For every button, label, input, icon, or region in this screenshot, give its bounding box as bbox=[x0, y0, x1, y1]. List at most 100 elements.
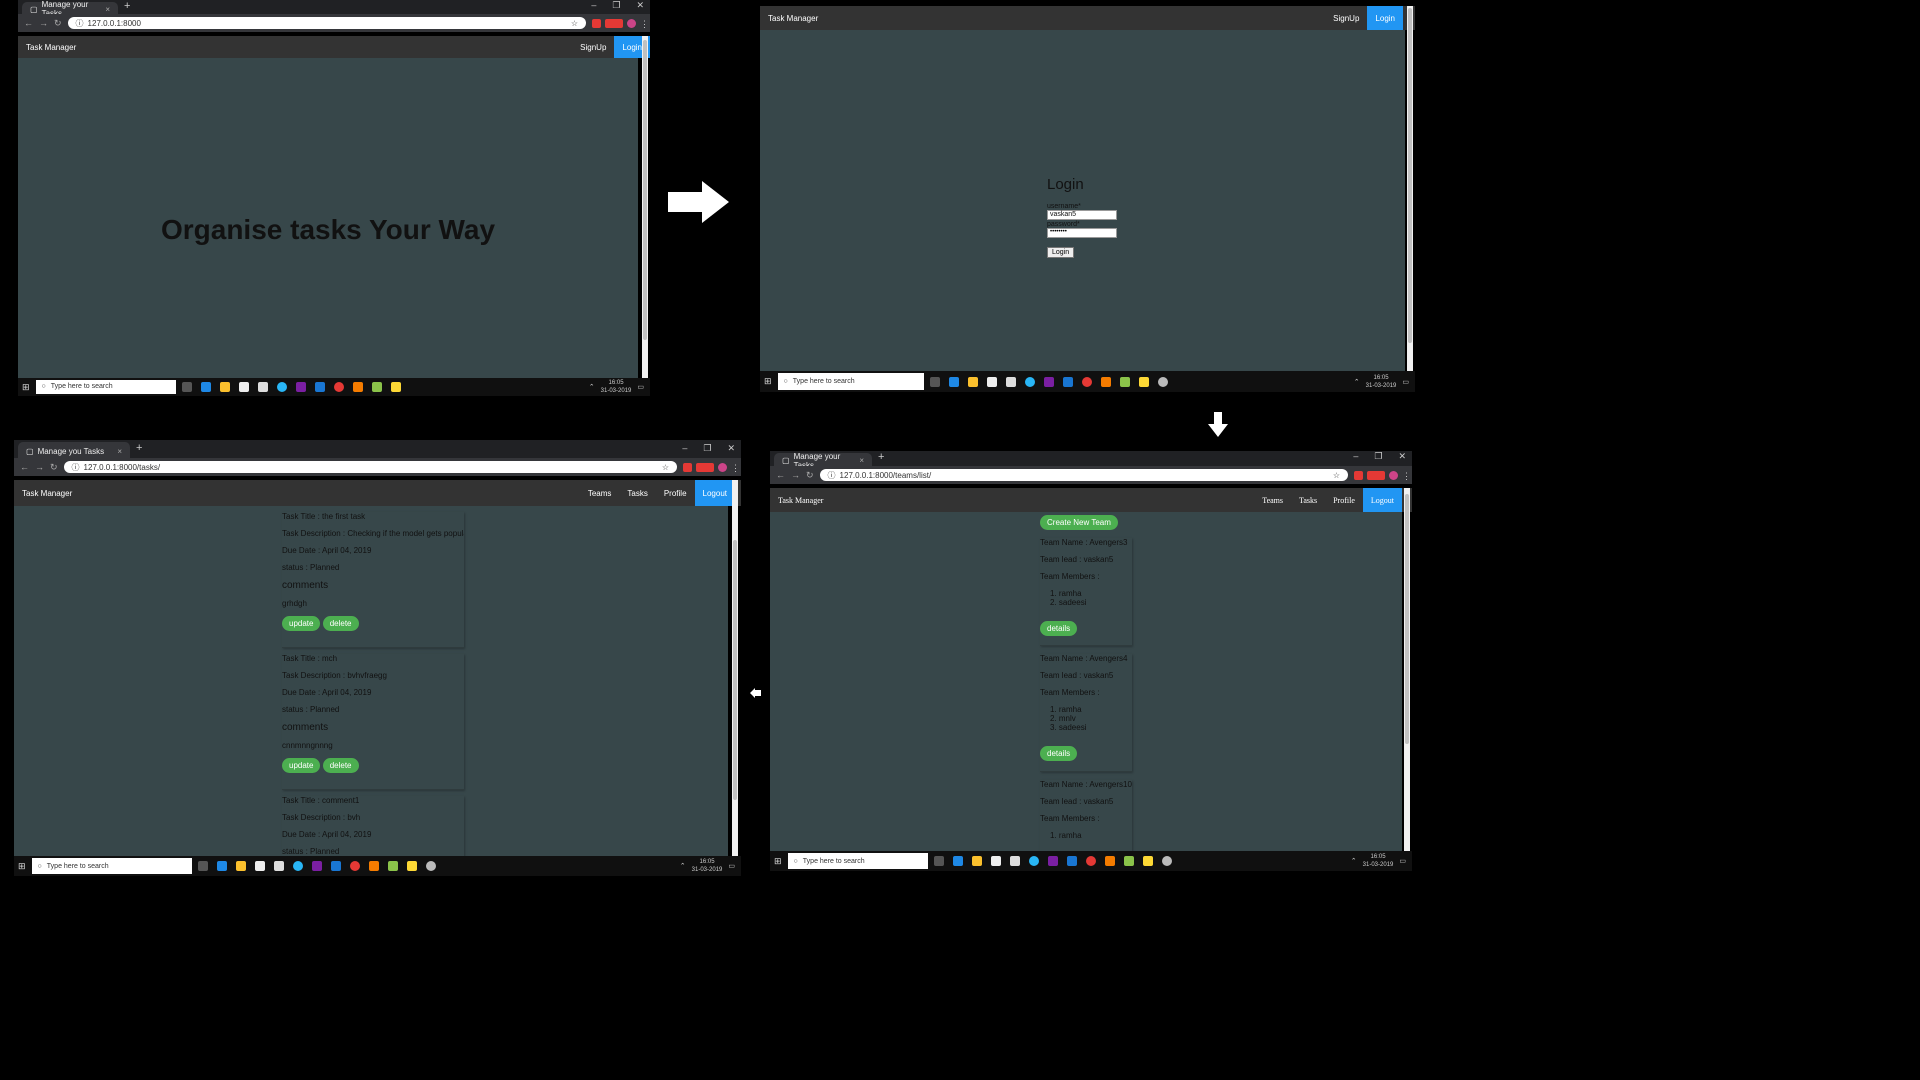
android-studio-icon[interactable] bbox=[1119, 376, 1130, 387]
nav-logout[interactable]: Logout bbox=[1362, 488, 1402, 512]
file-explorer-icon[interactable] bbox=[235, 861, 246, 871]
maximize-icon[interactable]: ❐ bbox=[612, 0, 620, 11]
nav-profile[interactable]: Profile bbox=[656, 480, 695, 506]
back-icon[interactable]: ← bbox=[24, 18, 33, 28]
telegram-icon[interactable] bbox=[292, 861, 303, 871]
minimize-icon[interactable]: – bbox=[1353, 451, 1358, 462]
back-icon[interactable]: ← bbox=[20, 462, 29, 472]
close-tab-icon[interactable]: × bbox=[105, 5, 110, 14]
mail-icon[interactable] bbox=[273, 861, 284, 871]
store-icon[interactable] bbox=[986, 376, 997, 387]
brand[interactable]: Task Manager bbox=[768, 14, 1325, 23]
extension-icon[interactable] bbox=[1367, 470, 1385, 480]
task-view-icon[interactable] bbox=[197, 861, 208, 871]
sourcetree-icon[interactable] bbox=[1104, 856, 1115, 866]
menu-icon[interactable]: ⋮ bbox=[1402, 471, 1411, 481]
telegram-icon[interactable] bbox=[1028, 856, 1039, 866]
reload-icon[interactable]: ↻ bbox=[806, 470, 814, 481]
mail-icon[interactable] bbox=[1009, 856, 1020, 866]
details-button[interactable]: details bbox=[1040, 746, 1078, 761]
clock[interactable]: 16:05 31-03-2019 bbox=[1363, 853, 1394, 869]
nav-tasks[interactable]: Tasks bbox=[1291, 488, 1325, 512]
address-bar[interactable]: ⓘ 127.0.0.1:8000 ☆ bbox=[67, 16, 586, 30]
app-icon[interactable] bbox=[1157, 376, 1168, 387]
address-bar[interactable]: ⓘ 127.0.0.1:8000/tasks/ ☆ bbox=[63, 460, 677, 474]
nav-signup[interactable]: SignUp bbox=[572, 36, 614, 58]
avatar[interactable] bbox=[1389, 470, 1398, 480]
vscode-icon[interactable] bbox=[1062, 376, 1073, 387]
login-submit-button[interactable]: Login bbox=[1047, 247, 1075, 258]
vscode-icon[interactable] bbox=[1066, 856, 1077, 866]
store-icon[interactable] bbox=[990, 856, 1001, 866]
file-explorer-icon[interactable] bbox=[219, 382, 230, 392]
sticky-notes-icon[interactable] bbox=[390, 382, 401, 392]
app-icon[interactable] bbox=[425, 861, 436, 871]
network-icon[interactable]: ⌃ bbox=[680, 862, 686, 870]
edge-icon[interactable] bbox=[200, 382, 211, 392]
chrome-icon[interactable] bbox=[333, 382, 344, 392]
address-bar[interactable]: ⓘ 127.0.0.1:8000/teams/list/ ☆ bbox=[819, 468, 1348, 482]
close-tab-icon[interactable]: × bbox=[117, 447, 122, 456]
chrome-icon[interactable] bbox=[1085, 856, 1096, 866]
minimize-icon[interactable]: – bbox=[591, 0, 596, 11]
nav-teams[interactable]: Teams bbox=[1254, 488, 1291, 512]
bookmark-star-icon[interactable]: ☆ bbox=[571, 19, 578, 28]
scrollbar[interactable] bbox=[732, 480, 738, 856]
reload-icon[interactable]: ↻ bbox=[50, 462, 58, 473]
scrollbar[interactable] bbox=[1404, 488, 1410, 851]
app-icon[interactable] bbox=[1161, 856, 1172, 866]
extension-icon[interactable] bbox=[1354, 470, 1363, 480]
scrollbar-thumb[interactable] bbox=[1408, 8, 1412, 343]
nav-profile[interactable]: Profile bbox=[1325, 488, 1363, 512]
chrome-icon[interactable] bbox=[1081, 376, 1092, 387]
task-view-icon[interactable] bbox=[929, 376, 940, 387]
sourcetree-icon[interactable] bbox=[1100, 376, 1111, 387]
windows-start-icon[interactable]: ⊞ bbox=[22, 382, 30, 393]
close-window-icon[interactable]: ✕ bbox=[1398, 451, 1406, 462]
edge-icon[interactable] bbox=[216, 861, 227, 871]
taskbar-search[interactable]: ○ Type here to search bbox=[787, 853, 928, 869]
store-icon[interactable] bbox=[238, 382, 249, 392]
minimize-icon[interactable]: – bbox=[682, 443, 687, 454]
menu-icon[interactable]: ⋮ bbox=[731, 463, 740, 473]
vscode-icon[interactable] bbox=[330, 861, 341, 871]
new-tab-icon[interactable]: + bbox=[878, 451, 884, 463]
maximize-icon[interactable]: ❐ bbox=[703, 443, 711, 454]
create-team-button[interactable]: Create New Team bbox=[1040, 515, 1118, 530]
nav-tasks[interactable]: Tasks bbox=[619, 480, 655, 506]
sticky-notes-icon[interactable] bbox=[1142, 856, 1153, 866]
slack-icon[interactable] bbox=[1047, 856, 1058, 866]
vscode-icon[interactable] bbox=[314, 382, 325, 392]
taskbar-search[interactable]: ○ Type here to search bbox=[777, 373, 924, 390]
forward-icon[interactable]: → bbox=[35, 462, 44, 472]
store-icon[interactable] bbox=[254, 861, 265, 871]
scrollbar[interactable] bbox=[642, 36, 648, 378]
avatar[interactable] bbox=[718, 462, 727, 472]
clock[interactable]: 16:05 31-03-2019 bbox=[692, 858, 723, 874]
android-studio-icon[interactable] bbox=[371, 382, 382, 392]
forward-icon[interactable]: → bbox=[39, 18, 48, 28]
close-window-icon[interactable]: ✕ bbox=[727, 443, 735, 454]
scrollbar-thumb[interactable] bbox=[733, 540, 737, 800]
password-field[interactable]: •••••••• bbox=[1047, 228, 1117, 238]
notification-icon[interactable]: ▭ bbox=[637, 383, 644, 391]
avatar[interactable] bbox=[627, 18, 636, 28]
sticky-notes-icon[interactable] bbox=[406, 861, 417, 871]
mail-icon[interactable] bbox=[1005, 376, 1016, 387]
bookmark-star-icon[interactable]: ☆ bbox=[662, 463, 669, 472]
bookmark-star-icon[interactable]: ☆ bbox=[1333, 471, 1340, 480]
nav-teams[interactable]: Teams bbox=[580, 480, 620, 506]
task-view-icon[interactable] bbox=[181, 382, 192, 392]
update-button[interactable]: update bbox=[282, 616, 321, 631]
file-explorer-icon[interactable] bbox=[971, 856, 982, 866]
delete-button[interactable]: delete bbox=[322, 616, 359, 631]
network-icon[interactable]: ⌃ bbox=[1351, 857, 1357, 865]
brand[interactable]: Task Manager bbox=[22, 489, 580, 498]
nav-login[interactable]: Login bbox=[1367, 6, 1403, 30]
extension-icon[interactable] bbox=[696, 462, 714, 472]
maximize-icon[interactable]: ❐ bbox=[1374, 451, 1382, 462]
windows-start-icon[interactable]: ⊞ bbox=[774, 856, 782, 867]
chrome-icon[interactable] bbox=[349, 861, 360, 871]
windows-start-icon[interactable]: ⊞ bbox=[764, 376, 772, 387]
file-explorer-icon[interactable] bbox=[967, 376, 978, 387]
